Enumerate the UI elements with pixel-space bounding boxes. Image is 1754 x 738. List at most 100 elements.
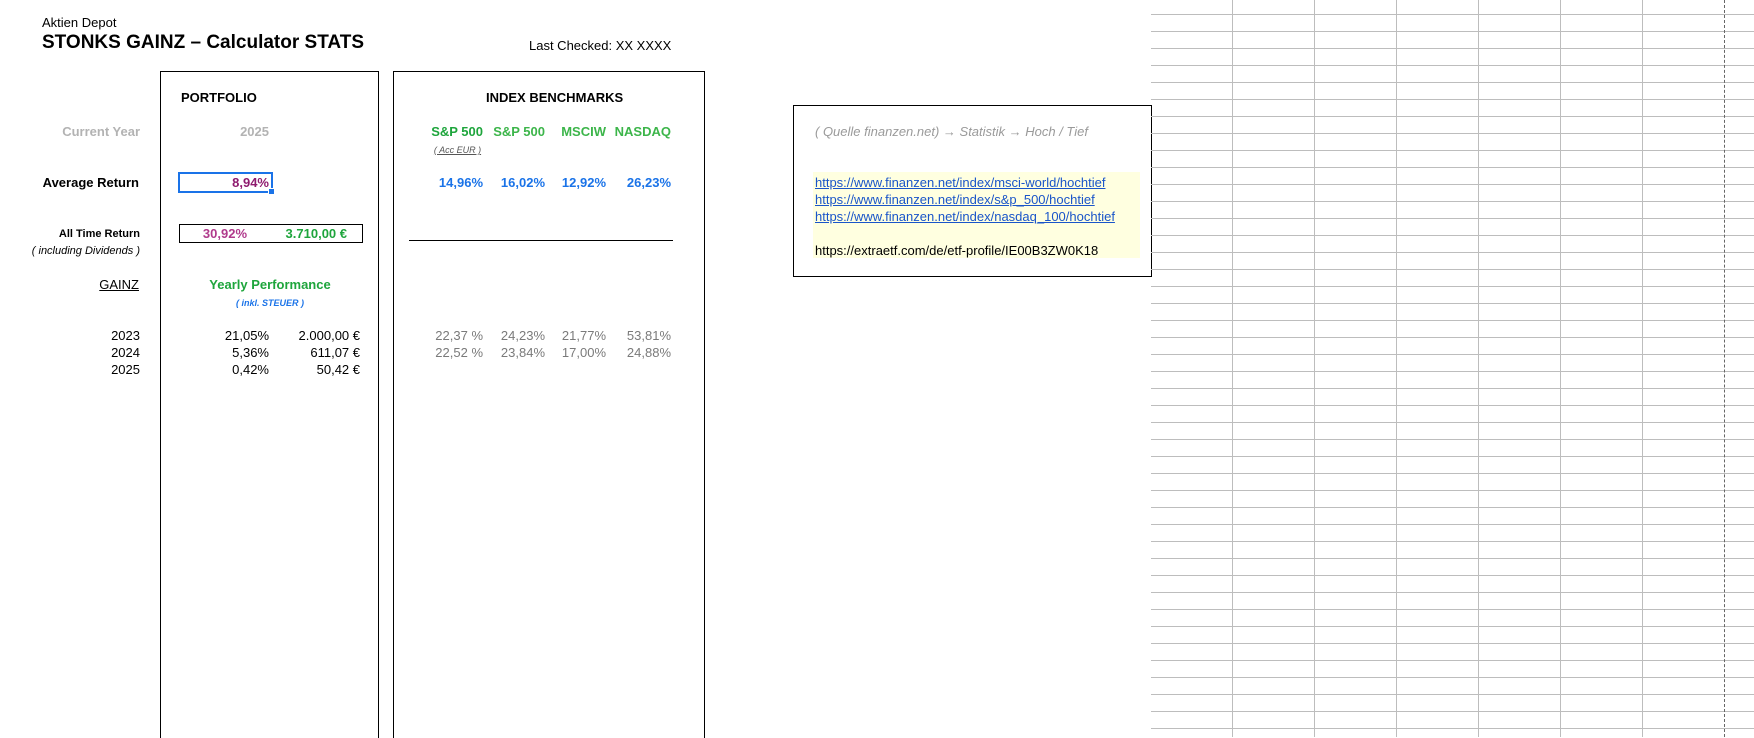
grid-row-line (1151, 320, 1754, 321)
grid-col-line (1314, 0, 1315, 737)
grid-row-line (1151, 473, 1754, 474)
bench-cell: 22,37 % (435, 328, 483, 343)
grid-row-line (1151, 82, 1754, 83)
current-year-value[interactable]: 2025 (180, 124, 269, 139)
pct-cell[interactable]: 21,05% (180, 328, 269, 343)
portfolio-heading: PORTFOLIO (181, 90, 257, 105)
grid-row-line (1151, 507, 1754, 508)
grid-row-line (1151, 456, 1754, 457)
grid-row-line (1151, 575, 1754, 576)
eur-cell[interactable]: 611,07 € (270, 345, 360, 360)
bench-cell: 17,00% (561, 345, 606, 360)
grid-col-line (1396, 0, 1397, 737)
bench-col-sp500-acc-sub: ( Acc EUR ) (433, 145, 482, 155)
grid-row-line (1151, 728, 1754, 729)
yearly-performance-label: Yearly Performance (209, 277, 331, 292)
page-title: STONKS GAINZ – Calculator STATS (42, 32, 364, 53)
sources-note: ( Quelle finanzen.net) → Statistik → Hoc… (815, 124, 1088, 139)
grid-row-line (1151, 405, 1754, 406)
bench-col-sp500: S&P 500 (493, 124, 545, 139)
grid-row-line (1151, 354, 1754, 355)
year-cell[interactable]: 2024 (20, 345, 140, 360)
grid-row-line (1151, 592, 1754, 593)
eur-cell[interactable]: 2.000,00 € (270, 328, 360, 343)
grid-row-line (1151, 269, 1754, 270)
grid-row-line (1151, 711, 1754, 712)
sheet-subtitle: Aktien Depot (42, 15, 117, 30)
all-time-eur[interactable]: 3.710,00 € (255, 226, 347, 241)
grid-row-line (1151, 116, 1754, 117)
grid-row-line (1151, 524, 1754, 525)
grid-row-line (1151, 490, 1754, 491)
benchmarks-divider (409, 240, 673, 241)
grid-row-line (1151, 48, 1754, 49)
year-cell[interactable]: 2025 (20, 362, 140, 377)
grid-row-line (1151, 201, 1754, 202)
grid-row-line (1151, 150, 1754, 151)
link-sp500[interactable]: https://www.finanzen.net/index/s&p_500/h… (815, 192, 1095, 207)
grid-row-line (1151, 133, 1754, 134)
grid-row-line (1151, 252, 1754, 253)
grid-row-line (1151, 99, 1754, 100)
bench-cell: 53,81% (626, 328, 671, 343)
grid-row-line (1151, 218, 1754, 219)
all-time-label: All Time Return (58, 228, 140, 240)
benchmarks-heading: INDEX BENCHMARKS (486, 90, 624, 105)
bench-cell: 24,23% (500, 328, 545, 343)
grid-row-line (1151, 660, 1754, 661)
pct-cell[interactable]: 5,36% (180, 345, 269, 360)
bench-col-sp500-acc: S&P 500 (431, 124, 483, 139)
grid-row-line (1151, 558, 1754, 559)
bench-col-nasdaq: NASDAQ (614, 124, 671, 139)
year-cell[interactable]: 2023 (20, 328, 140, 343)
grid-row-line (1151, 371, 1754, 372)
bench-cell: 24,88% (626, 345, 671, 360)
grid-row-line (1151, 439, 1754, 440)
grid-row-line (1151, 337, 1754, 338)
current-year-label: Current Year (62, 124, 140, 139)
grid-col-line (1478, 0, 1479, 737)
grid-row-line (1151, 303, 1754, 304)
bench-avg-sp500: 16,02% (500, 175, 545, 190)
link-msci-world[interactable]: https://www.finanzen.net/index/msci-worl… (815, 175, 1105, 190)
average-return-label: Average Return (42, 175, 139, 190)
bench-col-msciw: MSCIW (561, 124, 606, 139)
grid-col-line (1560, 0, 1561, 737)
grid-row-line (1151, 626, 1754, 627)
all-time-sub: ( including Dividends ) (31, 245, 140, 257)
grid-row-line (1151, 235, 1754, 236)
yearly-performance-sub: ( inkl. STEUER ) (235, 298, 304, 308)
bench-cell: 21,77% (561, 328, 606, 343)
grid-col-line (1642, 0, 1643, 737)
grid-row-line (1151, 65, 1754, 66)
bench-avg-msciw: 12,92% (561, 175, 606, 190)
page-break-line (1724, 0, 1725, 737)
all-time-pct[interactable]: 30,92% (180, 226, 247, 241)
etf-link[interactable]: https://extraetf.com/de/etf-profile/IE00… (815, 243, 1098, 258)
last-checked: Last Checked: XX XXXX (529, 38, 672, 53)
bench-cell: 22,52 % (435, 345, 483, 360)
pct-cell[interactable]: 0,42% (180, 362, 269, 377)
grid-row-line (1151, 167, 1754, 168)
average-return-cell[interactable]: 8,94% (178, 172, 273, 193)
grid-row-line (1151, 541, 1754, 542)
bench-avg-nasdaq: 26,23% (626, 175, 671, 190)
grid-row-line (1151, 14, 1754, 15)
link-nasdaq[interactable]: https://www.finanzen.net/index/nasdaq_10… (815, 209, 1115, 224)
eur-cell[interactable]: 50,42 € (270, 362, 360, 377)
grid-row-line (1151, 286, 1754, 287)
grid-col-line (1232, 0, 1233, 737)
grid-row-line (1151, 31, 1754, 32)
bench-cell: 23,84% (500, 345, 545, 360)
benchmarks-panel (393, 71, 705, 738)
bench-avg-sp500-acc: 14,96% (438, 175, 483, 190)
grid-row-line (1151, 694, 1754, 695)
grid-row-line (1151, 677, 1754, 678)
grid-row-line (1151, 184, 1754, 185)
cell-fill-handle[interactable] (268, 188, 275, 195)
grid-row-line (1151, 388, 1754, 389)
grid-row-line (1151, 643, 1754, 644)
grid-row-line (1151, 422, 1754, 423)
gainz-label: GAINZ (99, 277, 139, 292)
grid-row-line (1151, 609, 1754, 610)
